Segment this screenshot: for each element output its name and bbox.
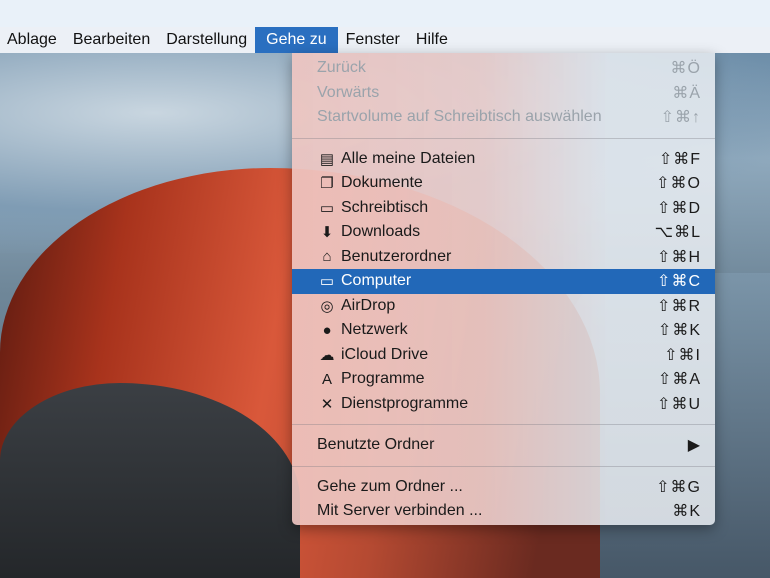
shortcut: ⇧⌘R: [657, 297, 701, 315]
menu-item-icloud-drive[interactable]: ☁ iCloud Drive ⇧⌘I: [292, 343, 715, 368]
menu-item-label: Benutzerordner: [341, 247, 452, 265]
menu-item-label: Alle meine Dateien: [341, 149, 476, 167]
shortcut: ⇧⌘O: [656, 175, 701, 193]
menu-item-label: Dokumente: [341, 174, 423, 192]
dokumente-icon: ❐: [320, 175, 334, 193]
menu-item-netzwerk[interactable]: ● Netzwerk ⇧⌘K: [292, 318, 715, 343]
menu-item-dokumente[interactable]: ❐ Dokumente ⇧⌘O: [292, 171, 715, 196]
menu-bar: Ablage Bearbeiten Darstellung Gehe zu Fe…: [0, 27, 770, 53]
menu-item-label: AirDrop: [341, 296, 396, 314]
shortcut: ⇧⌘K: [657, 322, 701, 340]
shortcut: ⇧⌘D: [657, 199, 701, 217]
shortcut: ⇧⌘I: [664, 346, 701, 364]
menu-item-label: Zurück: [317, 59, 366, 77]
menu-item-gehe-zum-ordner[interactable]: Gehe zum Ordner ... ⇧⌘G: [292, 475, 715, 500]
shortcut: ⇧⌘U: [657, 395, 701, 413]
menu-hilfe[interactable]: Hilfe: [408, 27, 456, 53]
shortcut: ⇧⌘A: [657, 371, 701, 389]
menu-item-airdrop[interactable]: ◎ AirDrop ⇧⌘R: [292, 294, 715, 319]
menu-item-label: Schreibtisch: [341, 198, 429, 216]
menu-item-label: Dienstprogramme: [341, 394, 469, 412]
menu-separator: [292, 465, 715, 467]
menu-item-vorwärts: Vorwärts ⌘Ä: [292, 81, 715, 106]
menu-item-alle-meine-dateien[interactable]: ▤ Alle meine Dateien ⇧⌘F: [292, 147, 715, 172]
menu-item-downloads[interactable]: ⬇ Downloads ⌥⌘L: [292, 220, 715, 245]
menu-darstellung[interactable]: Darstellung: [158, 27, 255, 53]
menu-item-label: Netzwerk: [341, 321, 408, 339]
menu-item-startvolume-auf-schreibtisch-auswählen: Startvolume auf Schreibtisch auswählen ⇧⌘…: [292, 105, 715, 130]
shortcut: ⌘Ä: [672, 84, 701, 102]
menu-item-schreibtisch[interactable]: ▭ Schreibtisch ⇧⌘D: [292, 196, 715, 221]
shortcut: ⇧⌘↑: [660, 109, 701, 127]
top-strip: [0, 0, 770, 27]
menu-separator: [292, 137, 715, 139]
shortcut: ⌥⌘L: [654, 224, 701, 242]
alle-meine-dateien-icon: ▤: [319, 150, 335, 168]
menu-item-computer[interactable]: ▭ Computer ⇧⌘C: [292, 269, 715, 294]
menu-item-zurück: Zurück ⌘Ö: [292, 56, 715, 81]
menu-item-label: Downloads: [341, 223, 421, 241]
menu-item-programme[interactable]: A Programme ⇧⌘A: [292, 367, 715, 392]
menu-item-label: Vorwärts: [317, 83, 380, 101]
netzwerk-icon: ●: [322, 321, 332, 339]
menu-item-label: Startvolume auf Schreibtisch auswählen: [317, 108, 602, 126]
dienstprogramme-icon: ✕: [320, 395, 334, 413]
gehe-zu-dropdown: Zurück ⌘Ö Vorwärts ⌘Ä Startvolume auf Schrei…: [292, 53, 715, 525]
schreibtisch-icon: ▭: [319, 199, 335, 217]
computer-icon: ▭: [319, 273, 335, 291]
menu-item-label: Benutzte Ordner: [317, 436, 435, 454]
menu-item-benutzerordner[interactable]: ⌂ Benutzerordner ⇧⌘H: [292, 245, 715, 270]
menu-item-label: Mit Server verbinden ...: [317, 502, 483, 520]
menu-item-benutzte-ordner[interactable]: Benutzte Ordner ▶: [292, 433, 715, 458]
shortcut: ⇧⌘C: [657, 273, 701, 291]
shortcut: ⇧⌘H: [657, 248, 701, 266]
menu-separator: [292, 424, 715, 425]
shortcut: ⌘K: [672, 503, 701, 521]
menu-ablage[interactable]: Ablage: [0, 27, 65, 53]
shortcut: ▶: [687, 437, 701, 455]
menu-item-mit-server-verbinden[interactable]: Mit Server verbinden ... ⌘K: [292, 499, 715, 524]
downloads-icon: ⬇: [320, 224, 334, 242]
benutzerordner-icon: ⌂: [322, 248, 332, 266]
shortcut: ⌘Ö: [670, 60, 701, 78]
menu-gehe-zu[interactable]: Gehe zu: [255, 27, 338, 53]
menu-item-label: Computer: [341, 272, 412, 290]
menu-bearbeiten[interactable]: Bearbeiten: [65, 27, 158, 53]
shortcut: ⇧⌘G: [656, 478, 701, 496]
menu-item-label: iCloud Drive: [341, 345, 429, 363]
programme-icon: A: [321, 370, 332, 388]
menu-item-label: Programme: [341, 370, 425, 388]
menu-item-label: Gehe zum Ordner ...: [317, 477, 463, 495]
airdrop-icon: ◎: [320, 297, 334, 315]
menu-item-dienstprogramme[interactable]: ✕ Dienstprogramme ⇧⌘U: [292, 392, 715, 417]
menu-fenster[interactable]: Fenster: [338, 27, 408, 53]
icloud-drive-icon: ☁: [319, 346, 335, 364]
shortcut: ⇧⌘F: [658, 150, 701, 168]
